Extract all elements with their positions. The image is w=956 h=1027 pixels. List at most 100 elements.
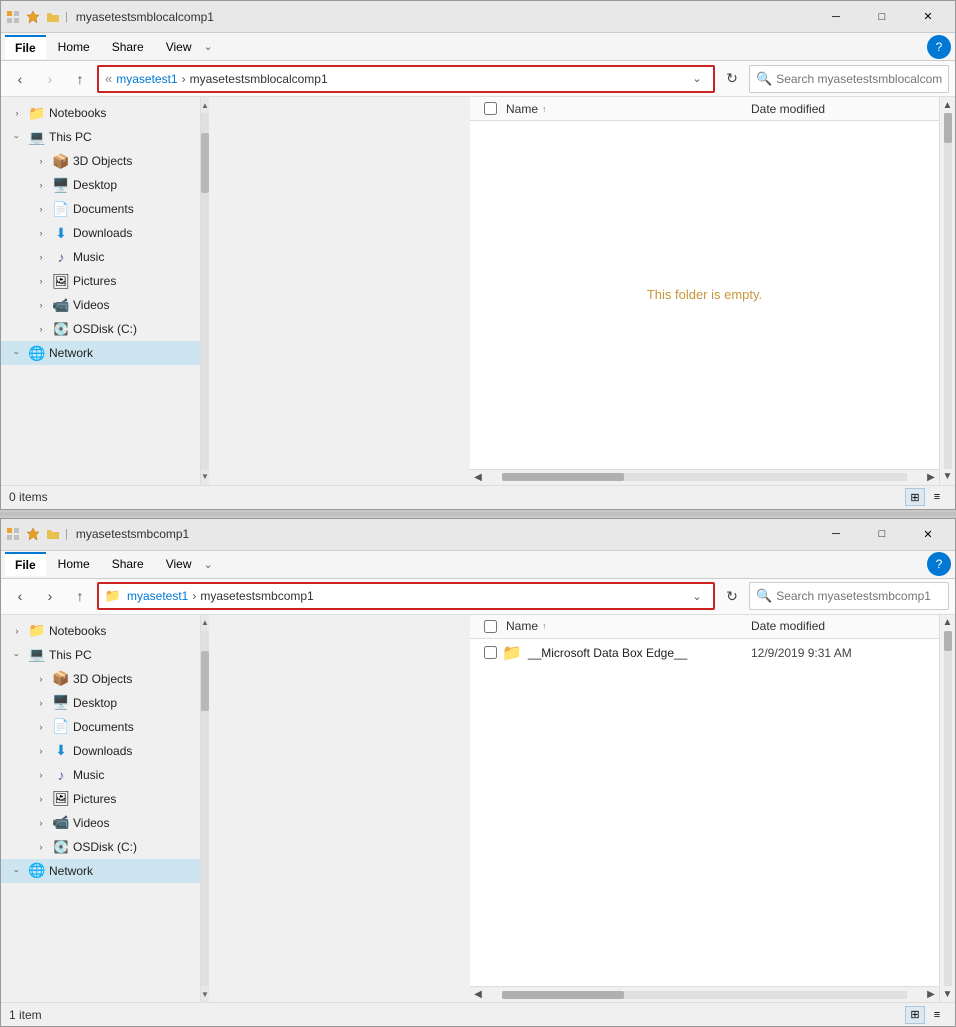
search-input-1[interactable]: [776, 72, 942, 86]
back-button-2[interactable]: ‹: [7, 583, 33, 609]
h-scroll-track-2[interactable]: [502, 991, 907, 999]
ribbon-chevron-1[interactable]: ⌄: [204, 40, 213, 53]
sidebar-item-osdisk-2[interactable]: › 💽 OSDisk (C:): [1, 835, 200, 859]
pin-icon-2[interactable]: [25, 526, 41, 542]
sidebar-scroll-down-2[interactable]: ▼: [201, 986, 209, 1002]
v-scroll-up-2[interactable]: ▲: [940, 615, 956, 631]
this-pc-label-2: This PC: [49, 648, 92, 662]
sidebar-item-this-pc-2[interactable]: › 💻 This PC: [1, 643, 200, 667]
sidebar-item-pictures-1[interactable]: › 🖼 Pictures: [1, 269, 200, 293]
sidebar-item-desktop-1[interactable]: › 🖥️ Desktop: [1, 173, 200, 197]
sidebar-item-notebooks-1[interactable]: › 📁 Notebooks: [1, 101, 200, 125]
v-scroll-down-1[interactable]: ▼: [940, 469, 956, 485]
h-scroll-2[interactable]: ◀ ▶: [470, 986, 939, 1002]
breadcrumb-parent-2[interactable]: myasetest1: [127, 589, 188, 603]
sidebar-scrollbar-2[interactable]: ▲ ▼: [201, 615, 209, 1003]
h-scroll-left-1[interactable]: ◀: [470, 469, 486, 485]
sidebar-item-pictures-2[interactable]: › 🖼 Pictures: [1, 787, 200, 811]
3d-label-1: 3D Objects: [73, 154, 132, 168]
breadcrumb-chevron-2[interactable]: ⌄: [687, 586, 707, 606]
sidebar-item-music-1[interactable]: › ♪ Music: [1, 245, 200, 269]
tab-home-2[interactable]: Home: [48, 553, 100, 575]
col-header-1: Name ↑ Date modified: [470, 97, 939, 121]
h-scroll-left-2[interactable]: ◀: [470, 987, 486, 1003]
breadcrumb-box-2[interactable]: 📁 myasetest1 › myasetestsmbcomp1 ⌄: [97, 582, 715, 610]
file-checkbox-1[interactable]: [484, 646, 497, 659]
grid-view-btn-1[interactable]: ⊞: [905, 488, 925, 506]
refresh-button-2[interactable]: ↻: [719, 583, 745, 609]
col-name-header-2[interactable]: Name ↑: [502, 619, 751, 633]
sidebar-item-network-2[interactable]: › 🌐 Network: [1, 859, 200, 883]
col-date-header-2[interactable]: Date modified: [751, 619, 931, 633]
up-button-1[interactable]: ↑: [67, 66, 93, 92]
sidebar-item-desktop-2[interactable]: › 🖥️ Desktop: [1, 691, 200, 715]
h-scroll-track-1[interactable]: [502, 473, 907, 481]
tab-view-1[interactable]: View: [156, 36, 202, 58]
refresh-button-1[interactable]: ↻: [719, 66, 745, 92]
sidebar-item-downloads-1[interactable]: › ⬇ Downloads: [1, 221, 200, 245]
v-scroll-down-2[interactable]: ▼: [940, 986, 956, 1002]
tab-share-1[interactable]: Share: [102, 36, 154, 58]
tab-home-1[interactable]: Home: [48, 36, 100, 58]
notebook-icon-1: 📁: [29, 105, 45, 121]
sidebar-item-notebooks-2[interactable]: › 📁 Notebooks: [1, 619, 200, 643]
sidebar-item-videos-1[interactable]: › 📹 Videos: [1, 293, 200, 317]
quick-access-icon[interactable]: [5, 9, 21, 25]
quick-access-icon-2[interactable]: [5, 526, 21, 542]
v-scroll-up-1[interactable]: ▲: [940, 97, 956, 113]
detail-view-btn-1[interactable]: ≡: [927, 488, 947, 506]
file-row-1[interactable]: 📁 __Microsoft Data Box Edge__ 12/9/2019 …: [470, 639, 939, 667]
up-button-2[interactable]: ↑: [67, 583, 93, 609]
col-checkbox-2[interactable]: [478, 620, 502, 633]
tab-file-1[interactable]: File: [5, 35, 46, 59]
breadcrumb-box-1[interactable]: « myasetest1 › myasetestsmblocalcomp1 ⌄: [97, 65, 715, 93]
select-all-checkbox-2[interactable]: [484, 620, 497, 633]
sidebar-item-3d-1[interactable]: › 📦 3D Objects: [1, 149, 200, 173]
col-name-label-1: Name: [506, 102, 538, 116]
sidebar-item-videos-2[interactable]: › 📹 Videos: [1, 811, 200, 835]
search-input-2[interactable]: [776, 589, 942, 603]
sidebar-scroll-down-1[interactable]: ▼: [201, 469, 209, 485]
minimize-button-2[interactable]: ─: [813, 518, 859, 550]
sidebar-item-downloads-2[interactable]: › ⬇ Downloads: [1, 739, 200, 763]
close-button-1[interactable]: ✕: [905, 1, 951, 33]
maximize-button-1[interactable]: □: [859, 1, 905, 33]
col-name-header-1[interactable]: Name ↑: [502, 102, 751, 116]
breadcrumb-parent-1[interactable]: myasetest1: [116, 72, 177, 86]
help-button-2[interactable]: ?: [927, 552, 951, 576]
tab-file-2[interactable]: File: [5, 552, 46, 576]
sidebar-item-documents-1[interactable]: › 📄 Documents: [1, 197, 200, 221]
minimize-button-1[interactable]: ─: [813, 1, 859, 33]
h-scroll-1[interactable]: ◀ ▶: [470, 469, 939, 485]
sidebar-scroll-up-1[interactable]: ▲: [201, 97, 209, 113]
v-scroll-1[interactable]: ▲ ▼: [939, 97, 955, 485]
sidebar-scrollbar-1[interactable]: ▲ ▼: [201, 97, 209, 485]
v-scroll-2[interactable]: ▲ ▼: [939, 615, 955, 1003]
h-scroll-right-1[interactable]: ▶: [923, 469, 939, 485]
back-button-1[interactable]: ‹: [7, 66, 33, 92]
sidebar-item-osdisk-1[interactable]: › 💽 OSDisk (C:): [1, 317, 200, 341]
sidebar-item-3d-2[interactable]: › 📦 3D Objects: [1, 667, 200, 691]
maximize-button-2[interactable]: □: [859, 518, 905, 550]
col-checkbox-1[interactable]: [478, 102, 502, 115]
sidebar-item-music-2[interactable]: › ♪ Music: [1, 763, 200, 787]
sidebar-item-documents-2[interactable]: › 📄 Documents: [1, 715, 200, 739]
col-date-header-1[interactable]: Date modified: [751, 102, 931, 116]
sidebar-scroll-up-2[interactable]: ▲: [201, 615, 209, 631]
close-button-2[interactable]: ✕: [905, 518, 951, 550]
tab-view-2[interactable]: View: [156, 553, 202, 575]
tab-share-2[interactable]: Share: [102, 553, 154, 575]
forward-button-2[interactable]: ›: [37, 583, 63, 609]
forward-button-1[interactable]: ›: [37, 66, 63, 92]
h-scroll-right-2[interactable]: ▶: [923, 987, 939, 1003]
sidebar-item-network-1[interactable]: › 🌐 Network: [1, 341, 200, 365]
grid-view-btn-2[interactable]: ⊞: [905, 1006, 925, 1024]
pin-icon[interactable]: [25, 9, 41, 25]
breadcrumb-chevron-1[interactable]: ⌄: [687, 69, 707, 89]
select-all-checkbox-1[interactable]: [484, 102, 497, 115]
file-row-check-1[interactable]: [478, 646, 502, 659]
sidebar-item-this-pc-1[interactable]: › 💻 This PC: [1, 125, 200, 149]
detail-view-btn-2[interactable]: ≡: [927, 1006, 947, 1024]
help-button-1[interactable]: ?: [927, 35, 951, 59]
ribbon-chevron-2[interactable]: ⌄: [204, 558, 213, 571]
